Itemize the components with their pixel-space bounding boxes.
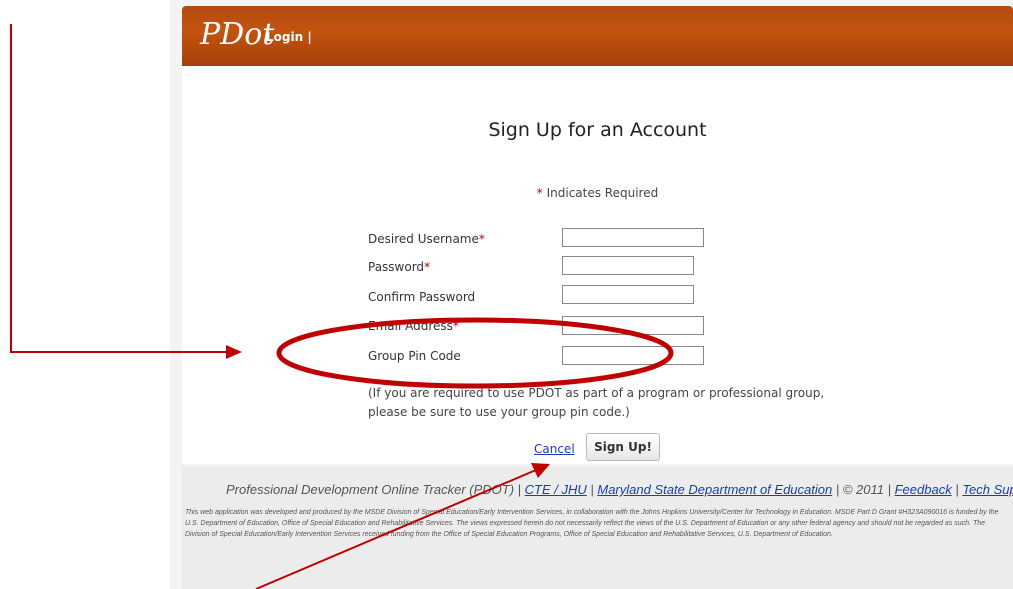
annotation-ellipse-pin-code [276,317,674,389]
annotation-arrow-signup [255,469,537,589]
annotation-arrow-pin-code [10,24,226,353]
annotation-overlay [10,24,674,589]
annotation-arrowhead-pin-code [226,345,242,359]
